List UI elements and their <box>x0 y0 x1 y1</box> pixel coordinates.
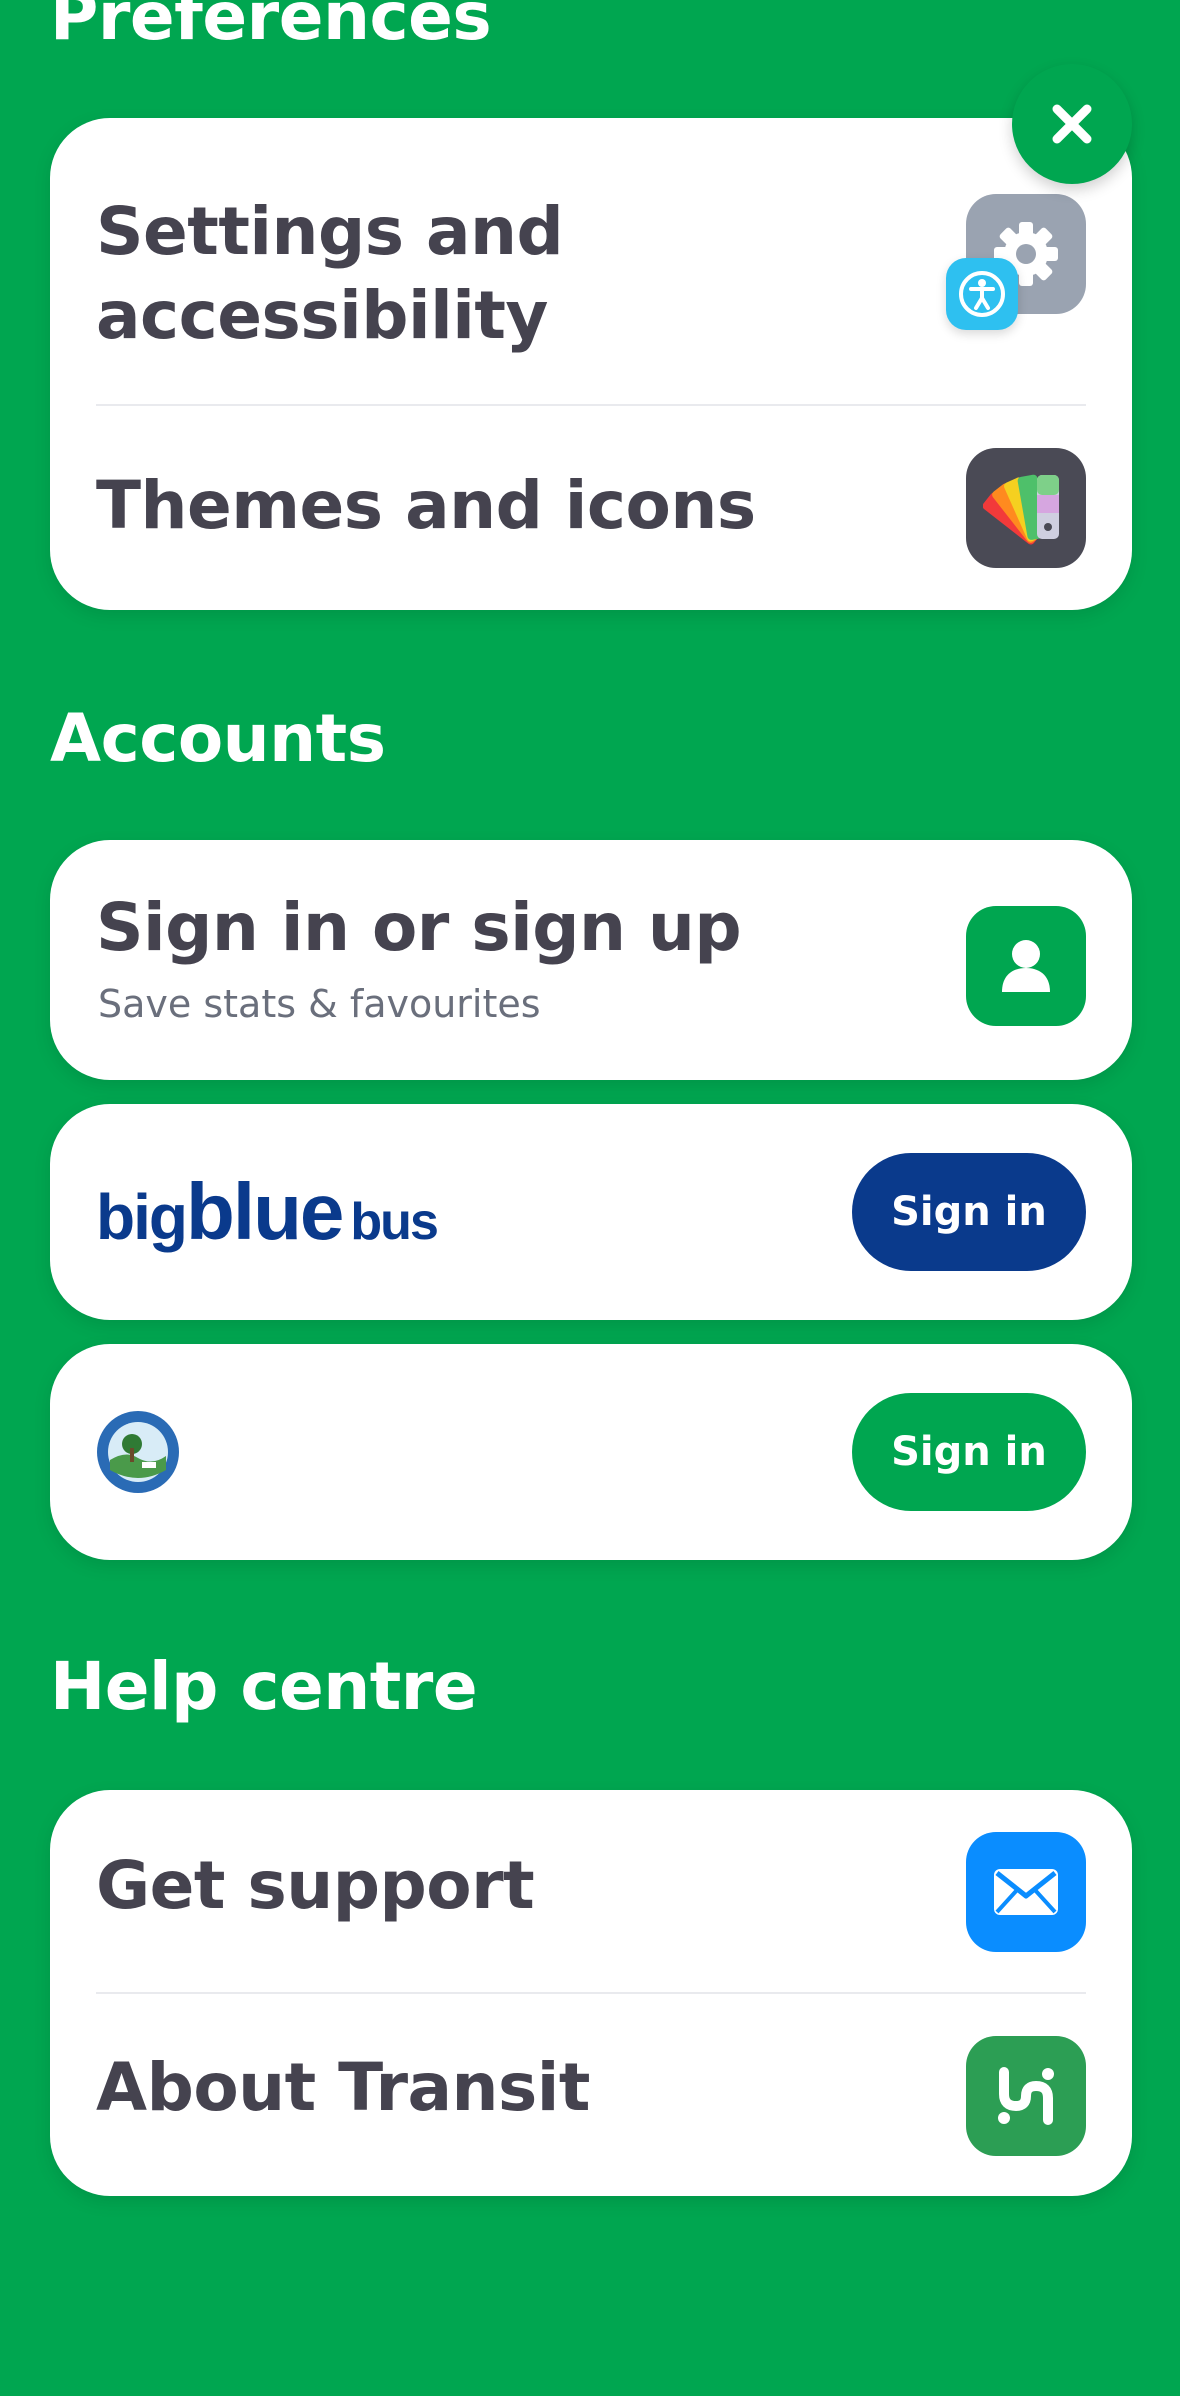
city-agency-card: Sign in <box>50 1344 1132 1560</box>
mail-icon <box>966 1832 1086 1952</box>
themes-icons-row[interactable]: Themes and icons <box>50 406 1132 610</box>
about-transit-label: About Transit <box>96 2049 590 2126</box>
get-support-label: Get support <box>96 1847 535 1924</box>
signin-card[interactable]: Sign in or sign up Save stats & favourit… <box>50 840 1132 1080</box>
city-agency-signin-button[interactable]: Sign in <box>852 1393 1086 1511</box>
bigbluebus-logo-big: big <box>96 1181 188 1253</box>
bigbluebus-logo-blue: blue <box>185 1167 344 1256</box>
bigbluebus-logo-bus: bus <box>350 1193 438 1251</box>
help-centre-title: Help centre <box>50 1648 478 1725</box>
city-seal-logo <box>96 1410 180 1494</box>
get-support-row[interactable]: Get support <box>50 1790 1132 1992</box>
preferences-title: Preferences <box>50 0 492 55</box>
signin-subtitle: Save stats & favourites <box>98 982 541 1026</box>
signin-title: Sign in or sign up <box>96 889 742 966</box>
accessibility-icon <box>946 258 1018 330</box>
close-icon <box>1052 104 1092 144</box>
preferences-card: Settings and accessibility Themes and ic… <box>50 118 1132 610</box>
settings-accessibility-label: Settings and accessibility <box>96 193 564 354</box>
themes-icons-label: Themes and icons <box>96 467 756 544</box>
bigbluebus-logo: bigblue bus <box>96 1166 439 1258</box>
palette-icon <box>966 448 1086 568</box>
bigbluebus-signin-button[interactable]: Sign in <box>852 1153 1086 1271</box>
person-icon <box>966 906 1086 1026</box>
settings-accessibility-row[interactable]: Settings and accessibility <box>50 118 1132 406</box>
close-button[interactable] <box>1012 64 1132 184</box>
help-card: Get support About Transit <box>50 1790 1132 2196</box>
about-transit-row[interactable]: About Transit <box>50 1994 1132 2196</box>
bigbluebus-card: bigblue bus Sign in <box>50 1104 1132 1320</box>
transit-logo-icon <box>966 2036 1086 2156</box>
accounts-title: Accounts <box>50 700 386 777</box>
